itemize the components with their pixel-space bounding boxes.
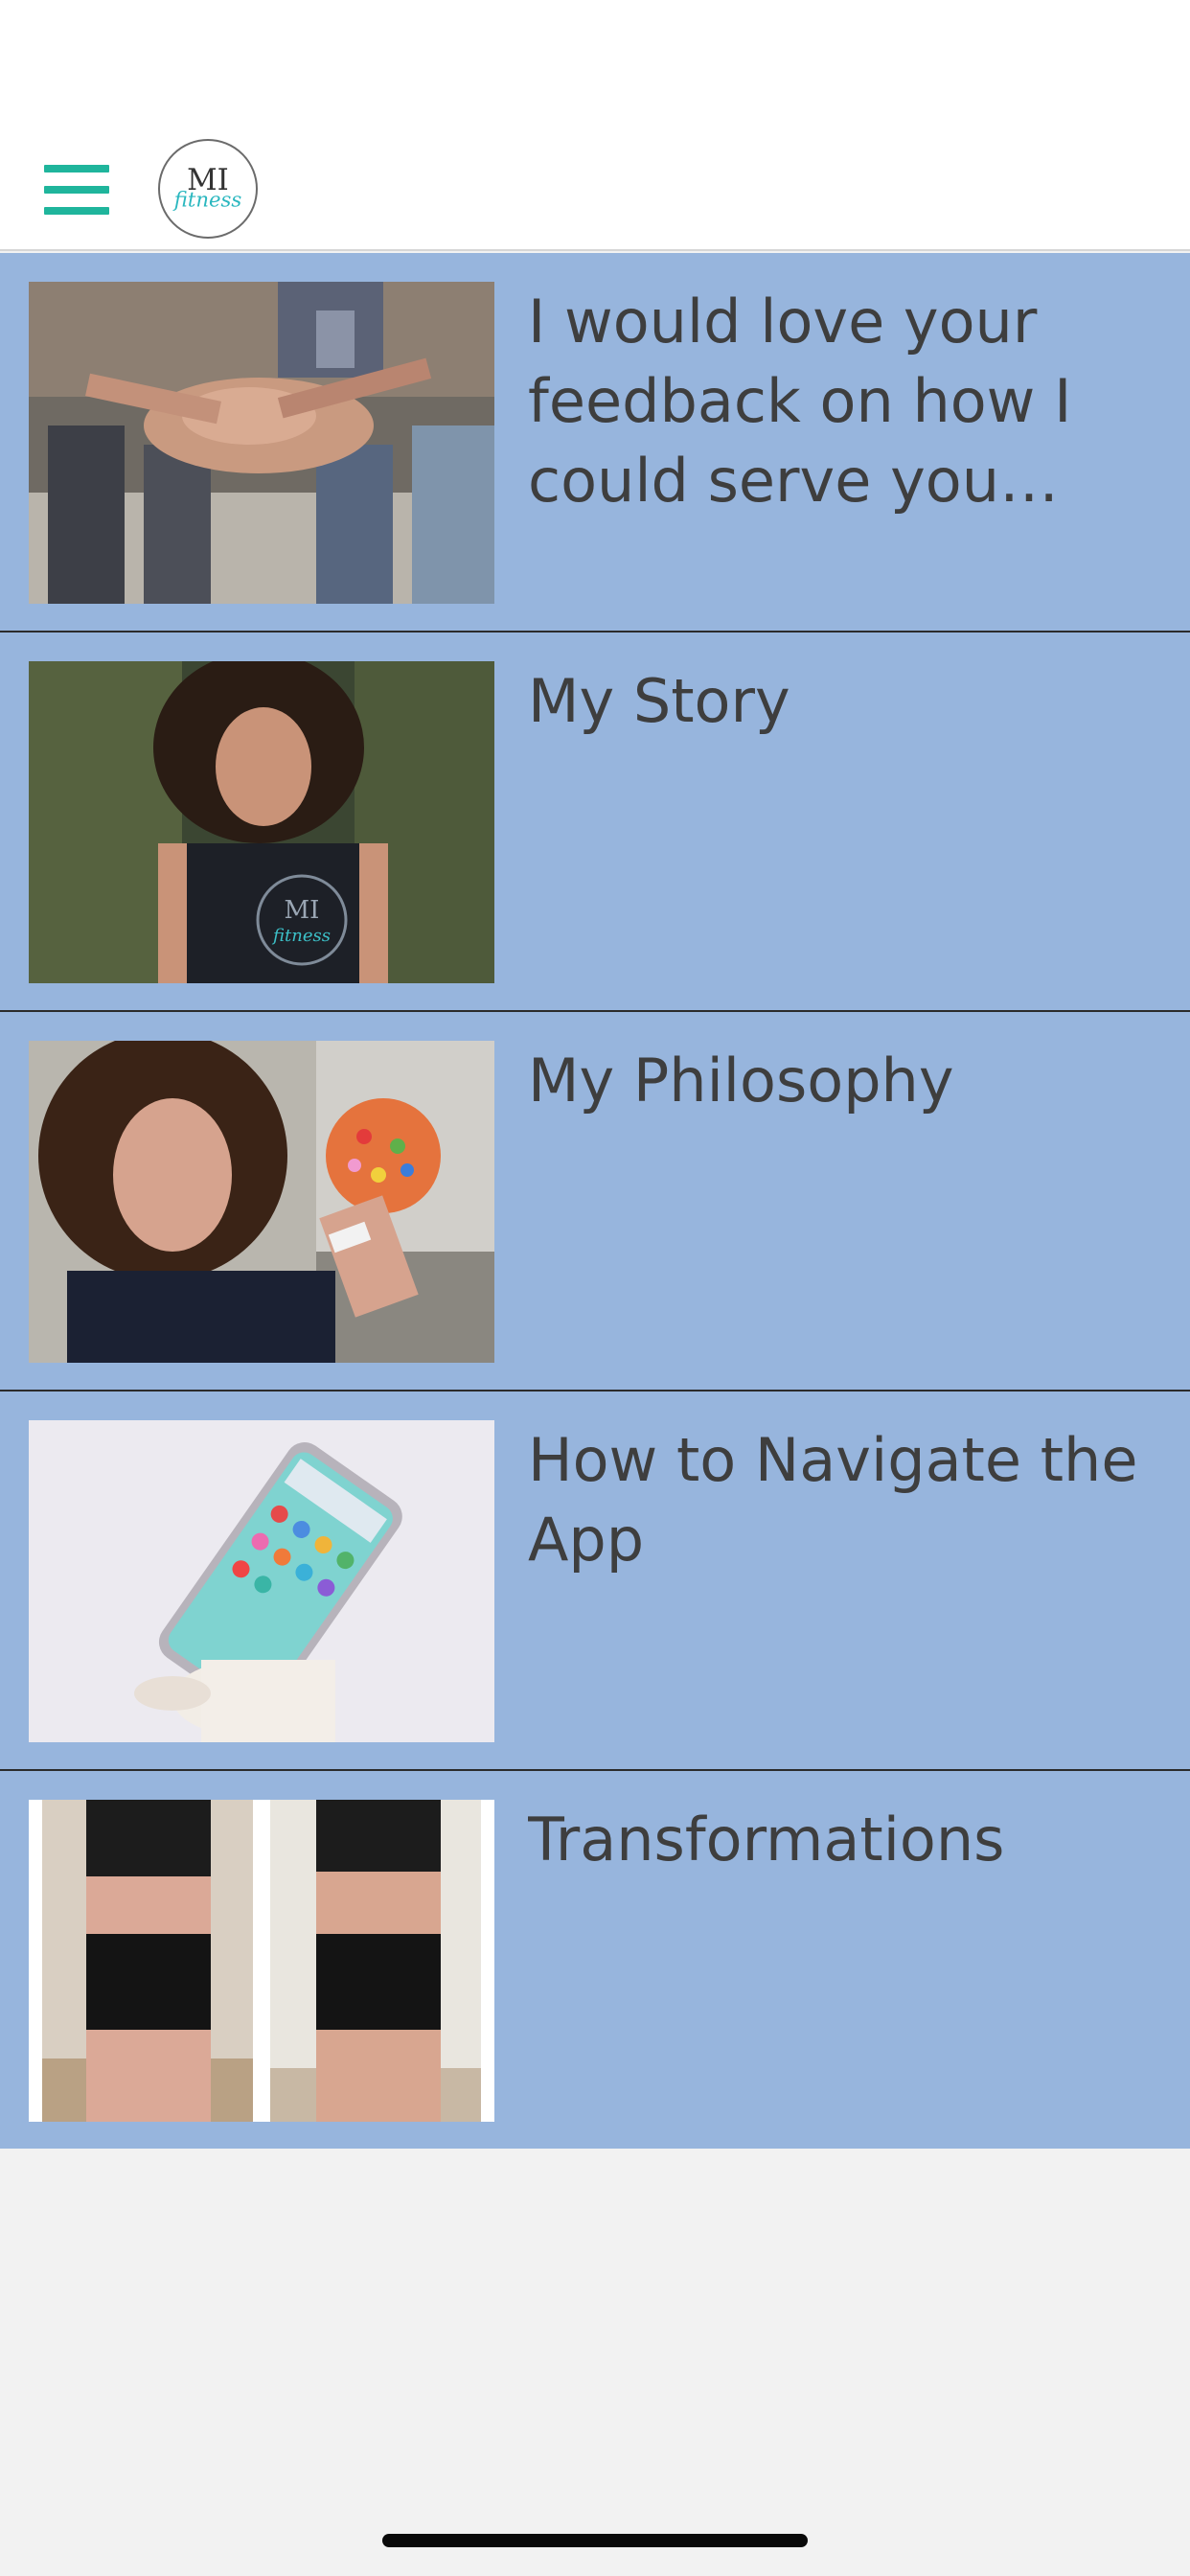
app-header: MI fitness bbox=[0, 0, 1190, 251]
hand-holding-phone-photo bbox=[29, 1420, 494, 1742]
svg-text:MI: MI bbox=[285, 896, 320, 925]
list-item[interactable]: My Philosophy bbox=[0, 1012, 1190, 1392]
hands-together-photo bbox=[29, 282, 494, 604]
item-title: My Philosophy bbox=[528, 1046, 954, 1116]
home-indicator[interactable] bbox=[382, 2534, 808, 2547]
woman-smiling-tank-top-photo: MI fitness bbox=[29, 661, 494, 983]
svg-text:fitness: fitness bbox=[271, 926, 331, 946]
item-title: My Story bbox=[528, 666, 790, 736]
list-item[interactable]: I would love your feedback on how I coul… bbox=[0, 253, 1190, 632]
mi-fitness-logo[interactable]: MI fitness bbox=[158, 139, 258, 239]
app-screen: MI fitness I would love your feedback on… bbox=[0, 0, 1190, 2576]
hamburger-menu-icon[interactable] bbox=[44, 165, 109, 215]
woman-holding-candy-donut-photo bbox=[29, 1041, 494, 1363]
before-after-transformation-photo bbox=[29, 1800, 494, 2122]
item-title: How to Navigate the App bbox=[528, 1425, 1138, 1575]
list-item[interactable]: MI fitness My Story bbox=[0, 632, 1190, 1012]
item-title: Transformations bbox=[528, 1805, 1005, 1874]
content-list: I would love your feedback on how I coul… bbox=[0, 253, 1190, 2149]
logo-text-bottom: fitness bbox=[172, 187, 242, 211]
list-item[interactable]: How to Navigate the App bbox=[0, 1392, 1190, 1771]
list-item[interactable]: Transformations bbox=[0, 1771, 1190, 2149]
item-title: I would love your feedback on how I coul… bbox=[528, 287, 1072, 516]
